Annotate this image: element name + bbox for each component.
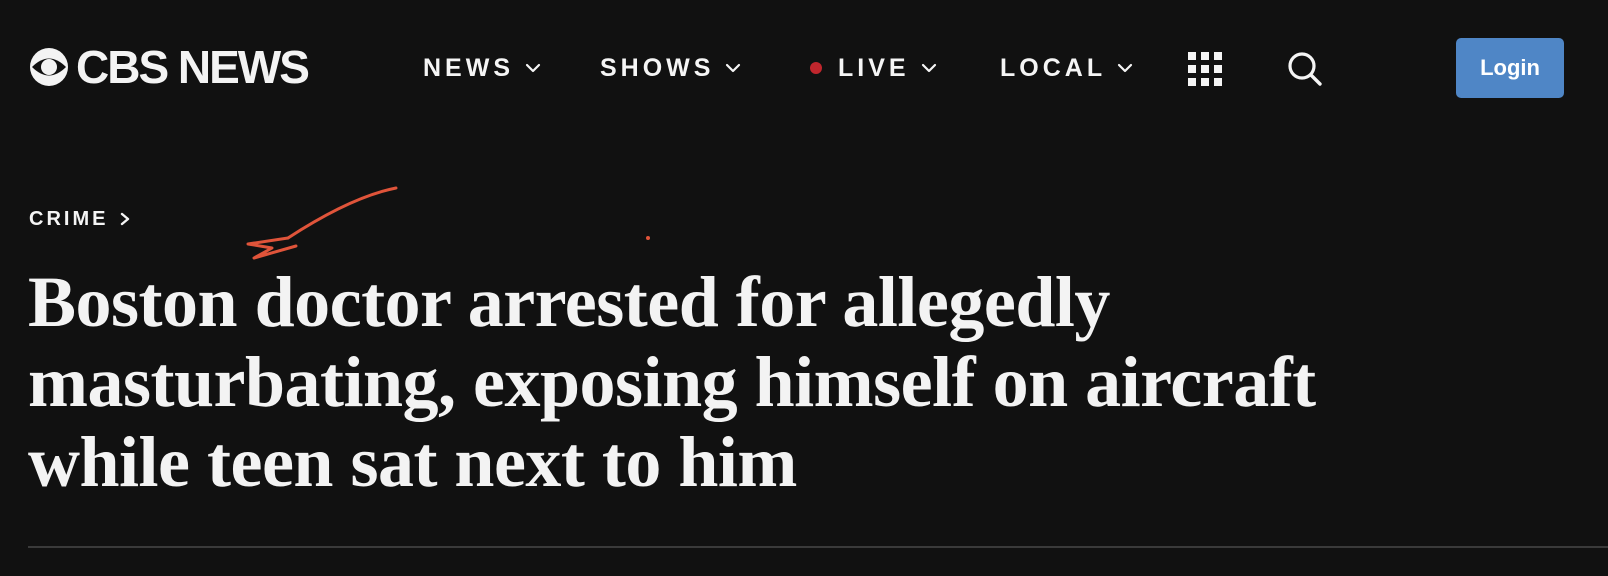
chevron-down-icon [1116, 59, 1134, 77]
chevron-down-icon [920, 59, 938, 77]
logo-text: CBS NEWS [76, 41, 310, 93]
search-icon[interactable] [1284, 48, 1326, 90]
grid-dot [1188, 78, 1196, 86]
divider [28, 546, 1608, 548]
grid-dot [1188, 52, 1196, 60]
grid-dot [1214, 52, 1222, 60]
cbs-eye-icon [28, 46, 70, 88]
site-header: CBS NEWS NEWS SHOWS LIVE LOCAL Login [0, 0, 1608, 130]
nav-shows[interactable]: SHOWS [600, 46, 742, 90]
grid-icon[interactable] [1188, 52, 1222, 86]
chevron-right-icon [118, 212, 132, 226]
handdrawn-arrow-annotation [236, 178, 406, 264]
grid-dot [1188, 65, 1196, 73]
chevron-down-icon [724, 59, 742, 77]
chevron-down-icon [524, 59, 542, 77]
grid-dot [1214, 65, 1222, 73]
nav-local-label: LOCAL [1000, 53, 1107, 82]
breadcrumb-label: CRIME [29, 208, 109, 230]
headline-line: masturbating, exposing himself on aircra… [28, 342, 1316, 422]
grid-dot [1201, 65, 1209, 73]
headline-line: Boston doctor arrested for allegedly [28, 262, 1110, 342]
article-headline: Boston doctor arrested for allegedly mas… [28, 262, 1568, 502]
nav-shows-label: SHOWS [600, 53, 715, 82]
login-button[interactable]: Login [1456, 38, 1564, 98]
breadcrumb-crime[interactable]: CRIME [29, 205, 132, 233]
grid-dot [1201, 78, 1209, 86]
live-dot-icon [810, 62, 822, 74]
nav-news[interactable]: NEWS [423, 46, 542, 90]
grid-dot [1214, 78, 1222, 86]
nav-local[interactable]: LOCAL [1000, 46, 1134, 90]
nav-news-label: NEWS [423, 53, 514, 82]
annotation-dot [646, 236, 650, 240]
grid-dot [1201, 52, 1209, 60]
headline-line: while teen sat next to him [28, 422, 797, 502]
nav-live-label: LIVE [838, 53, 910, 82]
cbs-news-logo[interactable]: CBS NEWS [28, 41, 310, 93]
nav-live[interactable]: LIVE [810, 46, 938, 90]
